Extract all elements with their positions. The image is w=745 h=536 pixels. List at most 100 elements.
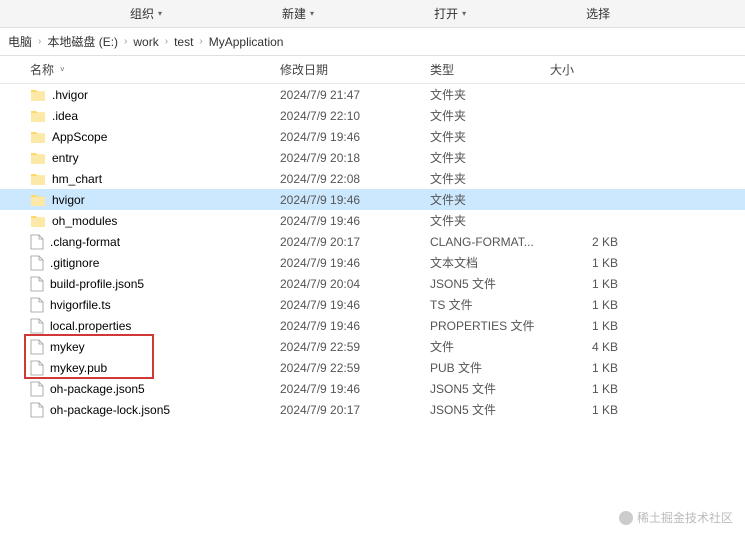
- file-icon: [30, 360, 44, 376]
- file-row[interactable]: oh_modules2024/7/9 19:46文件夹: [0, 210, 745, 231]
- chevron-right-icon: ›: [38, 36, 41, 47]
- file-name-label: entry: [52, 151, 79, 165]
- file-size-cell: 4 KB: [550, 340, 630, 354]
- file-name-label: mykey.pub: [50, 361, 107, 375]
- file-name-cell: .hvigor: [0, 88, 280, 102]
- file-size-cell: 1 KB: [550, 319, 630, 333]
- column-size-header[interactable]: 大小: [550, 61, 630, 78]
- file-row[interactable]: .idea2024/7/9 22:10文件夹: [0, 105, 745, 126]
- file-date-cell: 2024/7/9 22:59: [280, 340, 430, 354]
- toolbar-organize[interactable]: 组织 ▾: [130, 5, 162, 22]
- breadcrumb-item[interactable]: 电脑: [8, 33, 32, 50]
- toolbar-open[interactable]: 打开 ▾: [434, 5, 466, 22]
- file-size-cell: 1 KB: [550, 277, 630, 291]
- file-date-cell: 2024/7/9 19:46: [280, 256, 430, 270]
- file-name-cell: .clang-format: [0, 234, 280, 250]
- file-name-cell: oh-package.json5: [0, 381, 280, 397]
- file-name-cell: hm_chart: [0, 172, 280, 186]
- file-date-cell: 2024/7/9 20:04: [280, 277, 430, 291]
- file-date-cell: 2024/7/9 22:59: [280, 361, 430, 375]
- file-name-cell: AppScope: [0, 130, 280, 144]
- file-row[interactable]: hvigorfile.ts 2024/7/9 19:46TS 文件1 KB: [0, 294, 745, 315]
- toolbar-select-label: 选择: [586, 5, 610, 22]
- file-icon: [30, 255, 44, 271]
- file-name-cell: mykey: [0, 339, 280, 355]
- file-name-cell: .idea: [0, 109, 280, 123]
- column-type-header[interactable]: 类型: [430, 61, 550, 78]
- file-size-cell: 1 KB: [550, 256, 630, 270]
- column-date-header[interactable]: 修改日期: [280, 61, 430, 78]
- folder-icon: [30, 214, 46, 228]
- file-type-cell: 文件夹: [430, 149, 550, 166]
- breadcrumb-item[interactable]: test: [174, 35, 193, 49]
- file-name-cell: hvigor: [0, 193, 280, 207]
- file-list: .hvigor2024/7/9 21:47文件夹.idea2024/7/9 22…: [0, 84, 745, 420]
- file-date-cell: 2024/7/9 20:18: [280, 151, 430, 165]
- file-icon: [30, 234, 44, 250]
- file-size-cell: 2 KB: [550, 235, 630, 249]
- file-row[interactable]: build-profile.json52024/7/9 20:04JSON5 文…: [0, 273, 745, 294]
- file-row[interactable]: oh-package.json52024/7/9 19:46JSON5 文件1 …: [0, 378, 745, 399]
- chevron-right-icon: ›: [165, 36, 168, 47]
- watermark-text: 稀土掘金技术社区: [637, 509, 733, 526]
- folder-icon: [30, 88, 46, 102]
- chevron-down-icon: ▾: [158, 9, 162, 18]
- file-icon: [30, 381, 44, 397]
- file-row[interactable]: mykey2024/7/9 22:59文件4 KB: [0, 336, 745, 357]
- file-type-cell: 文件夹: [430, 212, 550, 229]
- folder-icon: [30, 172, 46, 186]
- file-name-label: local.properties: [50, 319, 131, 333]
- file-type-cell: PUB 文件: [430, 359, 550, 376]
- file-type-cell: PROPERTIES 文件: [430, 317, 550, 334]
- file-row[interactable]: .clang-format2024/7/9 20:17CLANG-FORMAT.…: [0, 231, 745, 252]
- breadcrumb-item[interactable]: MyApplication: [209, 35, 284, 49]
- file-row[interactable]: AppScope2024/7/9 19:46文件夹: [0, 126, 745, 147]
- breadcrumb-item[interactable]: 本地磁盘 (E:): [47, 33, 118, 50]
- file-type-cell: JSON5 文件: [430, 401, 550, 418]
- file-row[interactable]: entry 2024/7/9 20:18文件夹: [0, 147, 745, 168]
- chevron-right-icon: ›: [199, 36, 202, 47]
- file-date-cell: 2024/7/9 19:46: [280, 214, 430, 228]
- toolbar-new[interactable]: 新建 ▾: [282, 5, 314, 22]
- toolbar-select[interactable]: 选择: [586, 5, 610, 22]
- file-icon: [30, 318, 44, 334]
- file-name-label: hm_chart: [52, 172, 102, 186]
- file-row[interactable]: .hvigor2024/7/9 21:47文件夹: [0, 84, 745, 105]
- file-type-cell: 文件: [430, 338, 550, 355]
- file-name-label: hvigor: [52, 193, 85, 207]
- file-name-label: oh-package-lock.json5: [50, 403, 170, 417]
- file-row[interactable]: mykey.pub 2024/7/9 22:59PUB 文件1 KB: [0, 357, 745, 378]
- file-size-cell: 1 KB: [550, 361, 630, 375]
- file-date-cell: 2024/7/9 19:46: [280, 382, 430, 396]
- file-row[interactable]: oh-package-lock.json52024/7/9 20:17JSON5…: [0, 399, 745, 420]
- file-name-cell: build-profile.json5: [0, 276, 280, 292]
- column-name-header[interactable]: 名称 ˅: [0, 61, 280, 78]
- file-icon: [30, 276, 44, 292]
- file-icon: [30, 339, 44, 355]
- file-size-cell: 1 KB: [550, 403, 630, 417]
- file-type-cell: 文件夹: [430, 86, 550, 103]
- sort-arrow-icon: ˅: [60, 65, 65, 74]
- folder-icon: [30, 130, 46, 144]
- file-row[interactable]: hm_chart2024/7/9 22:08文件夹: [0, 168, 745, 189]
- file-date-cell: 2024/7/9 21:47: [280, 88, 430, 102]
- folder-icon: [30, 109, 46, 123]
- file-row[interactable]: .gitignore2024/7/9 19:46文本文档1 KB: [0, 252, 745, 273]
- file-name-label: hvigorfile.ts: [50, 298, 111, 312]
- file-size-cell: 1 KB: [550, 382, 630, 396]
- file-type-cell: 文件夹: [430, 128, 550, 145]
- file-size-cell: 1 KB: [550, 298, 630, 312]
- file-name-label: AppScope: [52, 130, 107, 144]
- folder-icon: [30, 151, 46, 165]
- breadcrumb-item[interactable]: work: [133, 35, 158, 49]
- file-date-cell: 2024/7/9 19:46: [280, 298, 430, 312]
- folder-icon: [30, 193, 46, 207]
- toolbar-new-label: 新建: [282, 5, 306, 22]
- file-row[interactable]: local.properties 2024/7/9 19:46PROPERTIES…: [0, 315, 745, 336]
- file-type-cell: TS 文件: [430, 296, 550, 313]
- chevron-down-icon: ▾: [310, 9, 314, 18]
- watermark-icon: [619, 511, 633, 525]
- file-date-cell: 2024/7/9 19:46: [280, 319, 430, 333]
- file-icon: [30, 297, 44, 313]
- file-row[interactable]: hvigor2024/7/9 19:46文件夹: [0, 189, 745, 210]
